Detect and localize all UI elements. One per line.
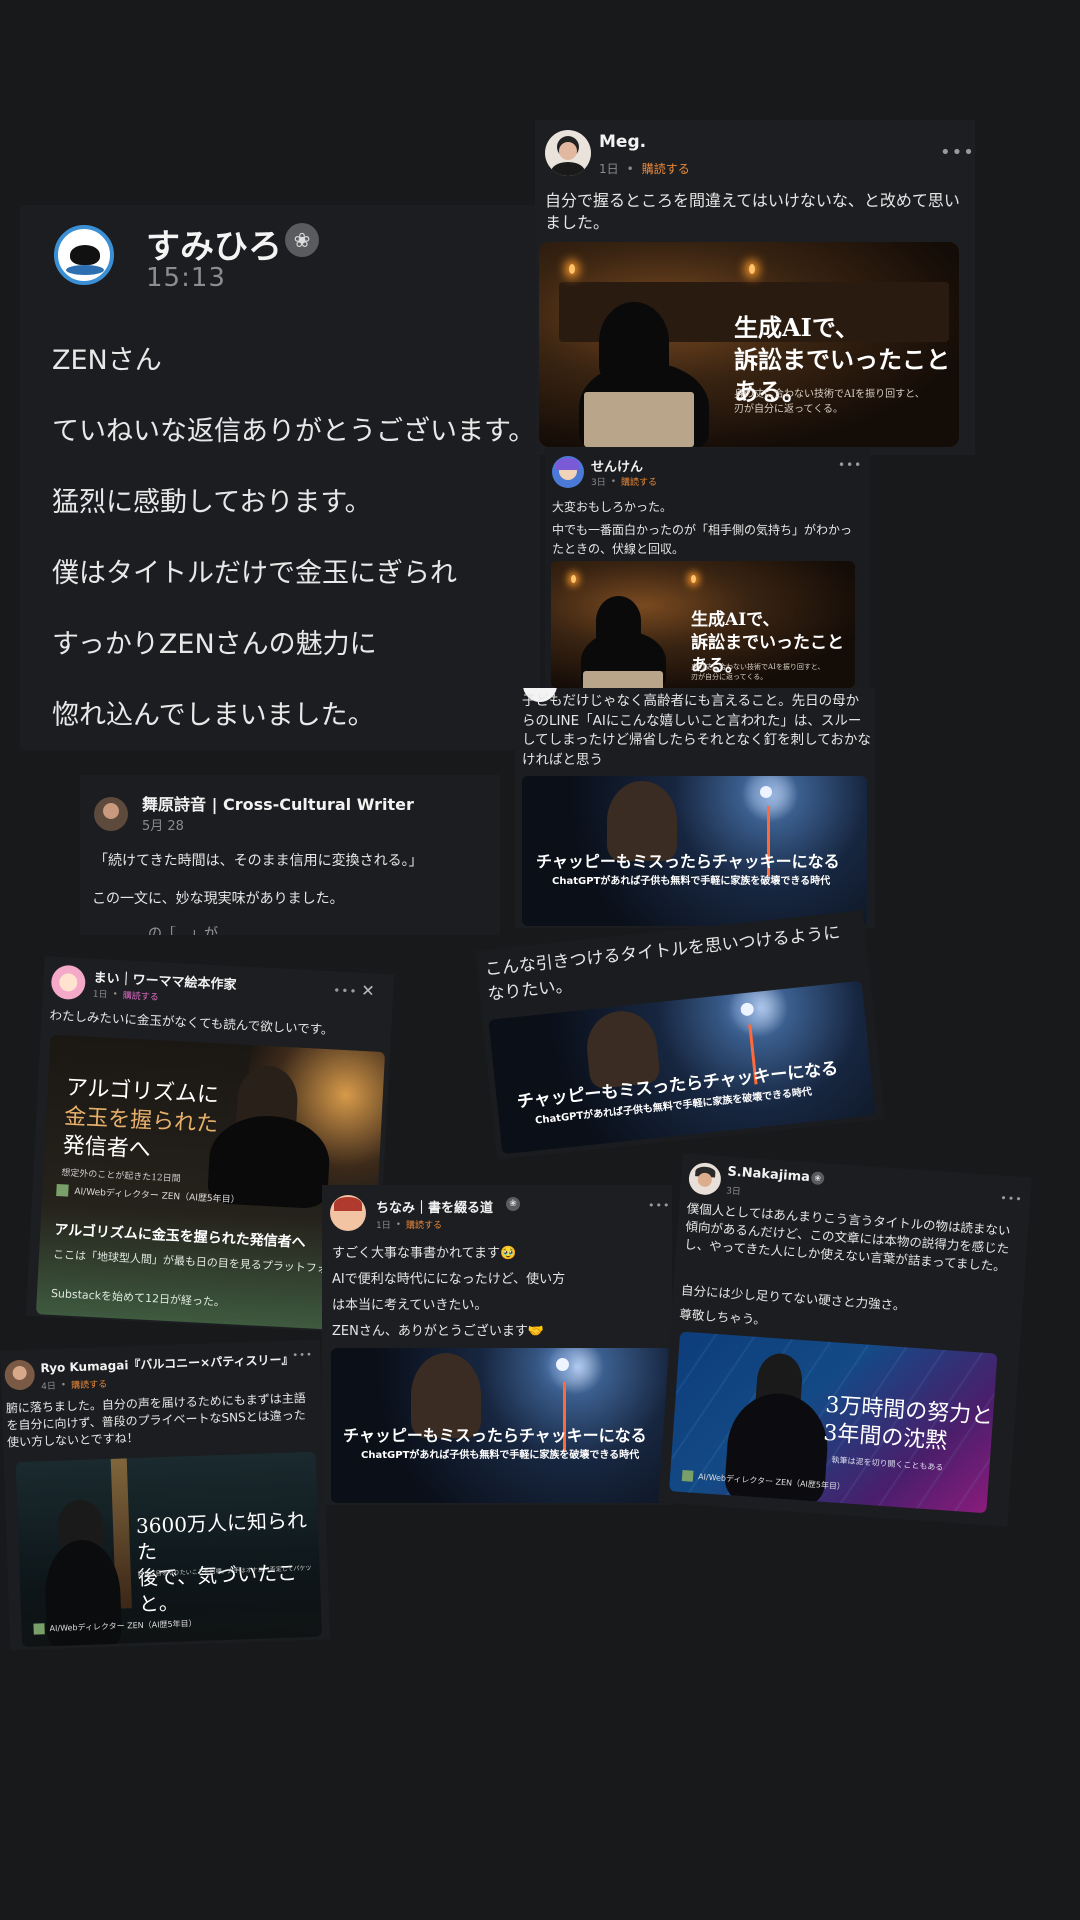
comment-text: 腑に落ちました。自分の声を届けるためにもまずは主語を自分に向けず、普段のプライベ… (5, 1391, 306, 1450)
thumbnail-title: チャッピーもミスったらチャッキーになる (343, 1426, 647, 1445)
comment-text: 尊敬しちゃう。 (678, 1306, 767, 1328)
comment-date: 5月 28 (142, 819, 184, 834)
message-line: 猛烈に感動しております。 (52, 487, 372, 518)
comment-body: すごく大事な事書かれてます🥹 AIで便利な時代にになったけど、使い方 は本当に考… (332, 1241, 565, 1345)
close-icon[interactable]: ✕ (361, 981, 375, 1001)
avatar[interactable] (4, 1359, 36, 1391)
avatar[interactable] (545, 130, 591, 176)
verified-badge-icon: ❀ (285, 223, 319, 257)
comment-text: 僕個人としてはあんまりこう言うタイトルの物は読まない傾向があるんだけど、この文章… (683, 1200, 1011, 1275)
comment-time: 3日 (591, 478, 606, 488)
article-thumbnail[interactable]: 3万時間の努力と 3年間の沈黙 執筆は泥を切り開くこともある AI/Webディレク… (669, 1331, 998, 1514)
avatar[interactable] (50, 964, 87, 1001)
message-line: すっかりZENさんの魅力に (52, 629, 377, 660)
article-title: アルゴリズムに金玉を握られた発信者へ (53, 1221, 307, 1252)
comment-line: AIで便利な時代にになったけど、使い方 (332, 1272, 566, 1287)
thumbnail-subtitle: 身の丈に合わない技術でAIを振り回すと、 刃が自分に返ってくる。 (734, 389, 925, 415)
thumbnail-subtitle: ChatGPTがあれば子供も無料で手軽に家族を破壊できる時代 (361, 1450, 640, 1461)
maihara-comment: 舞原詩音 | Cross-Cultural Writer 5月 28 「続けてき… (80, 775, 500, 935)
article-thumbnail[interactable]: 生成AIで、 訴訟までいったことある。 身の丈に合わない技術でAIを振り回すと、刃… (551, 561, 855, 688)
thumbnail-subtitle: 想定外のことが起きた12日間 (61, 1168, 181, 1185)
comment-text: この一文に、妙な現実味がありました。 (92, 891, 344, 907)
ryo-comment: Ryo Kumagai『バルコニー×パティスリー』 4日 • 購読する ••• … (0, 1339, 331, 1651)
subscribe-link[interactable]: 購読する (71, 1377, 107, 1391)
subscribe-link[interactable]: 購読する (406, 1218, 442, 1231)
article-thumbnail[interactable]: 生成AIで、 訴訟までいったことある。 身の丈に合わない技術でAIを振り回すと、刃… (539, 242, 959, 447)
comment-time: 1日 (92, 989, 108, 1001)
comment-text: 子どもだけじゃなく高齢者にも言えること。先日の母からのLINE「AIにこんな嬉し… (522, 693, 871, 768)
chinami-comment: ちなみ｜書を綴る道 ❀ 1日 • 購読する ••• すごく大事な事書かれてます🥹… (322, 1185, 672, 1505)
thumbnail-title: 3600万人に知られた 後で、気づいたこと。 (135, 1508, 308, 1616)
avatar[interactable] (552, 456, 584, 488)
comment-text: 中でも一番面白かったのが「相手側の気持ち」がわかったときの、伏線と回収。 (552, 523, 853, 556)
more-options-icon[interactable]: ••• (333, 983, 358, 998)
message-line: ZENさん (52, 345, 162, 376)
article-thumbnail[interactable]: 3600万人に知られた 後で、気づいたこと。 好きに目をやりたいことを目標。大手は… (15, 1451, 323, 1648)
commenter-name[interactable]: Meg. (599, 132, 646, 152)
hikitsuke-comment: こんな引きつけるタイトルを思いつけるようになりたい。 チャッピーもミスったらチャ… (475, 910, 885, 1160)
comment-line: すごく大事な事書かれてます🥹 (332, 1246, 517, 1261)
article-description: ここは「地球型人間」が最も日の目を見るプラットフォーム (52, 1247, 350, 1277)
more-options-icon[interactable]: ••• (292, 1350, 313, 1362)
commenter-name[interactable]: ちなみ｜書を綴る道 (376, 1197, 493, 1216)
senken-comment: せんけん 3日 • 購読する ••• 大変おもしろかった。 中でも一番面白かった… (545, 448, 870, 688)
subscribe-link[interactable]: 購読する (122, 988, 159, 1003)
thumbnail-title: アルゴリズムに 金玉を握られた 発信者へ (62, 1075, 220, 1163)
comment-text: 自分で握るところを間違えてはいけないな、と改めて思いました。 (545, 191, 960, 232)
sender-name[interactable]: すみひろ (146, 219, 282, 268)
thumbnail-title: チャッピーもミスったらチャッキーになる (536, 852, 840, 871)
comment-quote: 「続けてきた時間は、そのまま信用に変換される。」 (94, 853, 423, 869)
comment-text: わたしみたいに金玉がなくても読んで欲しいです。 (49, 1007, 334, 1038)
comment-text: 大変おもしろかった。 (552, 500, 673, 514)
avatar[interactable] (330, 1195, 366, 1231)
comment-time: 1日 (599, 162, 619, 176)
avatar[interactable] (54, 225, 114, 285)
comment-line: は本当に考えていきたい。 (332, 1298, 488, 1313)
subscribe-link[interactable]: 購読する (621, 475, 657, 488)
article-description: Substackを始めて12日が経った。 (50, 1286, 226, 1309)
message-line: 惚れ込んでしまいました。 (52, 700, 375, 731)
more-options-icon[interactable]: ••• (940, 142, 975, 163)
message-time: 15:13 (146, 263, 226, 293)
more-options-icon[interactable]: ••• (838, 458, 862, 472)
article-thumbnail[interactable]: チャッピーもミスったらチャッキーになる ChatGPTがあれば子供も無料で手軽に… (331, 1348, 671, 1503)
sumihiro-message: すみひろ ❀ 15:13 ZENさん ていねいな返信ありがとうございます。 猛烈… (20, 205, 540, 750)
comment-time: 3日 (725, 1186, 742, 1198)
comment-time: 4日 (40, 1381, 57, 1393)
comment-time: 1日 (376, 1221, 391, 1231)
commenter-name[interactable]: S.Nakajima (727, 1164, 810, 1185)
message-body: ZENさん ていねいな返信ありがとうございます。 猛烈に感動しております。 僕は… (52, 325, 535, 750)
verified-badge-icon: ❀ (810, 1171, 825, 1186)
author-icon (681, 1469, 694, 1482)
author-icon (56, 1183, 69, 1197)
avatar[interactable] (94, 797, 128, 831)
line-comment: 子どもだけじゃなく高齢者にも言えること。先日の母からのLINE「AIにこんな嬉し… (515, 688, 875, 928)
article-thumbnail[interactable]: チャッピーもミスったらチャッキーになる ChatGPTがあれば子供も無料で手軽に… (488, 980, 876, 1155)
commenter-name[interactable]: Ryo Kumagai『バルコニー×パティスリー』 (40, 1350, 294, 1376)
message-line: ていねいな返信ありがとうございます。 (52, 416, 536, 447)
nakajima-comment: S.Nakajima ❀ 3日 ••• 僕個人としてはあんまりこう言うタイトルの… (658, 1153, 1032, 1527)
thumbnail-subtitle: 身の丈に合わない技術でAIを振り回すと、 刃が自分に返ってくる。 (691, 663, 825, 681)
more-options-icon[interactable]: ••• (1000, 1192, 1023, 1207)
comment-line: ZENさん、ありがとうございます🤝 (332, 1324, 545, 1339)
thumbnail-subtitle: ChatGPTがあれば子供も無料で手軽に家族を破壊できる時代 (552, 876, 831, 887)
author-icon (33, 1623, 45, 1635)
thumbnail-title: 3万時間の努力と 3年間の沈黙 (822, 1392, 994, 1455)
comment-text-cut: …………の「…」が………… (92, 926, 274, 935)
message-line: 僕はタイトルだけで金玉にぎられ (52, 558, 457, 589)
meg-comment: Meg. 1日 • 購読する ••• 自分で握るところを間違えてはいけないな、と… (535, 120, 975, 455)
avatar[interactable] (687, 1161, 722, 1196)
subscribe-link[interactable]: 購読する (642, 160, 690, 177)
commenter-name[interactable]: 舞原詩音 | Cross-Cultural Writer (142, 791, 414, 815)
more-options-icon[interactable]: ••• (648, 1199, 670, 1212)
commenter-name[interactable]: せんけん (591, 456, 643, 475)
article-thumbnail[interactable]: チャッピーもミスったらチャッキーになる ChatGPTがあれば子供も無料で手軽に… (522, 776, 867, 926)
verified-badge-icon: ❀ (506, 1197, 520, 1211)
